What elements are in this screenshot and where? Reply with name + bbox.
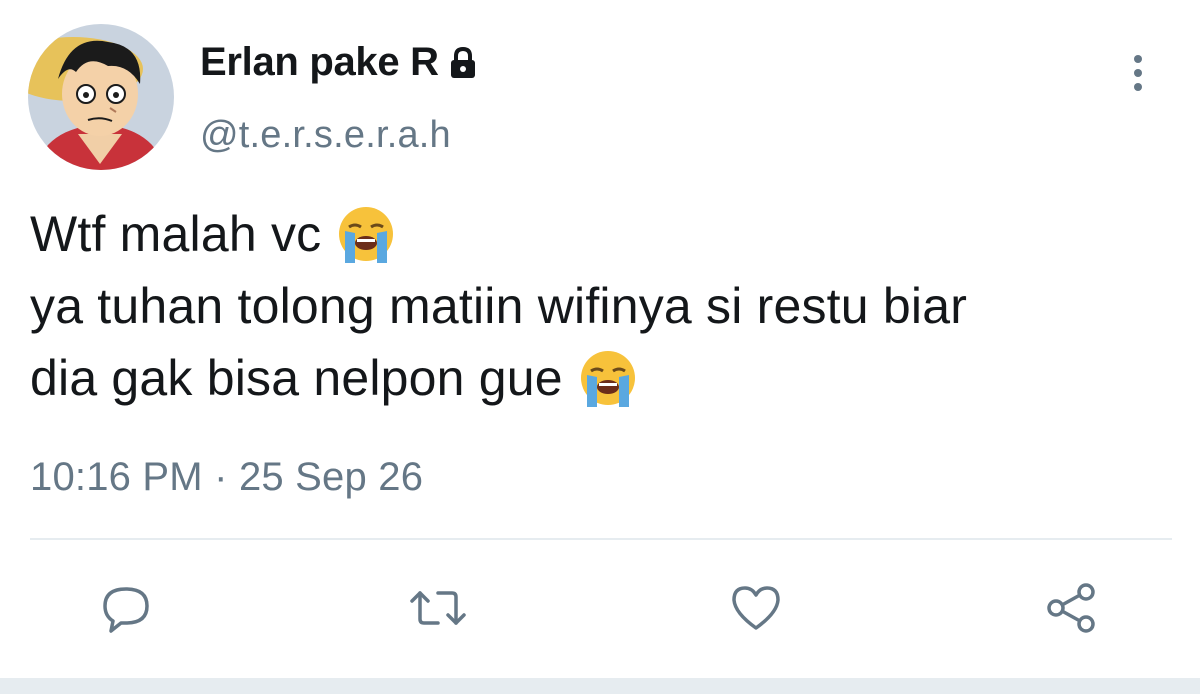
retweet-icon <box>410 591 466 625</box>
avatar[interactable] <box>28 24 174 170</box>
reply-button[interactable] <box>96 578 156 638</box>
loudly-crying-face-icon <box>335 203 397 265</box>
heart-icon <box>732 586 780 630</box>
more-options-button[interactable] <box>1118 48 1158 98</box>
tweet-line-text: Wtf malah vc <box>30 206 322 262</box>
author-name-row: Erlan pake R <box>200 40 481 85</box>
avatar-image <box>28 24 174 170</box>
reply-icon <box>103 587 149 633</box>
tweet-line: Wtf malah vc <box>30 198 1180 270</box>
tweet-text: Wtf malah vc ya tuhan tolong matiin wifi… <box>30 198 1180 414</box>
bottom-divider <box>0 678 1200 694</box>
share-icon <box>1047 583 1095 633</box>
tweet-line-text: dia gak bisa nelpon gue <box>30 350 563 406</box>
loudly-crying-face-icon <box>577 347 639 409</box>
share-button[interactable] <box>1042 578 1102 638</box>
tweet-line: ya tuhan tolong matiin wifinya si restu … <box>30 270 1180 342</box>
tweet-card[interactable]: Erlan pake R @t.e.r.s.e.r.a.h Wtf malah … <box>0 0 1200 694</box>
tweet-line-text: ya tuhan tolong matiin wifinya si restu … <box>30 278 968 334</box>
retweet-button[interactable] <box>408 578 468 638</box>
like-button[interactable] <box>726 578 786 638</box>
tweet-line: dia gak bisa nelpon gue <box>30 342 1180 414</box>
tweet-timestamp[interactable]: 10:16 PM · 25 Sep 26 <box>30 455 423 500</box>
more-vertical-icon <box>1134 55 1142 91</box>
divider <box>30 538 1172 540</box>
user-handle[interactable]: @t.e.r.s.e.r.a.h <box>200 114 451 157</box>
lock-icon <box>445 45 481 81</box>
display-name[interactable]: Erlan pake R <box>200 40 439 85</box>
